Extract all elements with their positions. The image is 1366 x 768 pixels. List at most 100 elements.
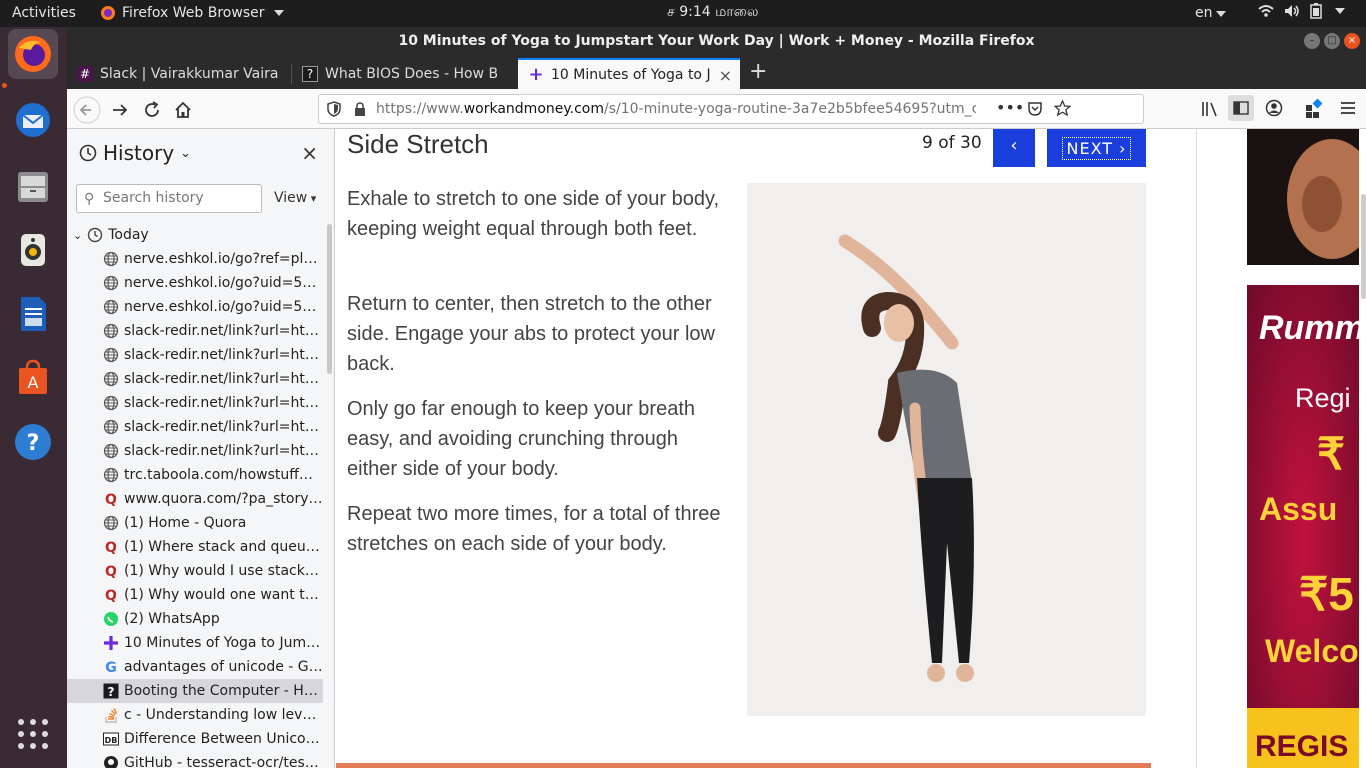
sidebar-header[interactable]: History ⌄ <box>79 141 191 165</box>
extensions-icon[interactable] <box>1305 99 1325 119</box>
wifi-icon <box>1258 5 1274 17</box>
history-item[interactable]: GitHub - tesseract-ocr/tessd... <box>103 751 323 768</box>
history-item[interactable]: slack-redir.net/link?url=http... <box>103 415 323 439</box>
reload-button[interactable] <box>138 96 166 124</box>
software-launcher[interactable]: A <box>8 353 58 403</box>
help-launcher[interactable]: ? <box>8 417 58 467</box>
globe-icon <box>103 395 119 411</box>
chevron-down-icon <box>273 10 284 16</box>
shield-icon <box>327 101 341 117</box>
url-text: https://www.workandmoney.com/s/10-minute… <box>376 101 976 117</box>
history-item[interactable]: Gadvantages of unicode - Goo... <box>103 655 323 679</box>
history-item[interactable]: Qwww.quora.com/?pa_story=... <box>103 487 323 511</box>
page-actions-menu-icon[interactable]: ••• <box>996 98 1024 117</box>
account-icon[interactable] <box>1265 99 1283 117</box>
group-label: Today <box>108 227 149 243</box>
close-tab-icon[interactable]: × <box>719 66 732 85</box>
language-indicator[interactable]: en <box>1195 5 1226 21</box>
rhythmbox-launcher[interactable] <box>8 225 58 275</box>
show-apps-button[interactable] <box>8 709 58 759</box>
chevron-down-icon <box>1335 8 1345 14</box>
pocket-icon[interactable] <box>1027 101 1043 117</box>
files-launcher[interactable] <box>8 161 58 211</box>
search-placeholder: Search history <box>103 190 204 206</box>
history-item-label: advantages of unicode - Goo... <box>124 659 323 675</box>
ad-register-banner[interactable]: REGIS <box>1247 708 1359 768</box>
previous-button[interactable]: ‹ <box>993 129 1035 167</box>
footer-accent-bar <box>336 763 1151 768</box>
forward-button[interactable] <box>106 96 134 124</box>
history-item-label: (2) WhatsApp <box>124 611 220 627</box>
sidebar-scrollbar[interactable] <box>327 224 332 374</box>
history-item[interactable]: (1) Home - Quora <box>103 511 323 535</box>
minimize-button[interactable]: – <box>1304 33 1320 49</box>
tab-label: Slack | Vairakkumar Vaira <box>100 65 279 82</box>
library-icon[interactable] <box>1201 101 1219 117</box>
firefox-launcher[interactable] <box>8 29 58 79</box>
tab-bios[interactable]: ? What BIOS Does - How B <box>292 58 517 89</box>
history-item[interactable]: Q (1) Why would I use stack ins... <box>103 559 323 583</box>
history-item-label: (1) Where stack and queue u... <box>124 539 323 555</box>
history-item-label: slack-redir.net/link?url=http... <box>124 371 323 387</box>
history-item[interactable]: nerve.eshkol.io/go?uid=5e1... <box>103 295 323 319</box>
history-item[interactable]: (2) WhatsApp <box>103 607 323 631</box>
ad-brand: Rumm <box>1259 309 1359 347</box>
app-menu[interactable]: Firefox Web Browser <box>100 5 284 21</box>
history-item[interactable]: slack-redir.net/link?url=http... <box>103 343 323 367</box>
active-indicator <box>2 83 7 88</box>
history-item[interactable]: slack-redir.net/link?url=http... <box>103 367 323 391</box>
history-item-label: nerve.eshkol.io/go?uid=5e1... <box>124 275 323 291</box>
close-window-button[interactable]: × <box>1344 33 1360 49</box>
history-item[interactable]: DB Difference Between Unicod... <box>103 727 323 751</box>
url-bar[interactable]: https://www.workandmoney.com/s/10-minute… <box>318 94 1144 124</box>
history-item[interactable]: nerve.eshkol.io/go?ref=pl&h... <box>103 247 323 271</box>
history-group-today[interactable]: ⌄ Today <box>73 227 149 243</box>
star-icon[interactable] <box>1054 100 1071 117</box>
page-scrollbar[interactable] <box>1361 194 1366 299</box>
history-item-label: trc.taboola.com/howstuffwo... <box>124 467 323 483</box>
url-path: /s/10-minute-yoga-routine-3a7e2b5bfee546… <box>604 101 976 117</box>
speaker-icon <box>21 234 45 266</box>
history-item-label: slack-redir.net/link?url=http... <box>124 347 323 363</box>
history-item[interactable]: 10 Minutes of Yoga to Jump... <box>103 631 323 655</box>
next-button[interactable]: NEXT › <box>1047 129 1146 167</box>
history-item[interactable]: slack-redir.net/link?url=http... <box>103 391 323 415</box>
thunderbird-launcher[interactable] <box>8 95 58 145</box>
sidebar-toggle-button[interactable] <box>1228 95 1254 121</box>
maximize-button[interactable]: □ <box>1324 33 1340 49</box>
help-icon: ? <box>15 424 51 460</box>
history-item[interactable]: slack-redir.net/link?url=http... <box>103 439 323 463</box>
history-item[interactable]: c - Understanding low level f... <box>103 703 323 727</box>
ad-rupee: ₹5 <box>1299 568 1354 620</box>
history-item-label: nerve.eshkol.io/go?ref=pl&h... <box>124 251 323 267</box>
tab-yoga[interactable]: + 10 Minutes of Yoga to Ju × <box>518 58 740 89</box>
search-history-input[interactable]: ⚲ Search history <box>76 184 262 213</box>
hamburger-menu-icon[interactable] <box>1340 100 1356 116</box>
arrow-left-icon <box>73 96 101 124</box>
history-item[interactable]: Q (1) Where stack and queue u... <box>103 535 323 559</box>
history-item[interactable]: Q (1) Why would one want to u... <box>103 583 323 607</box>
system-tray[interactable] <box>1258 3 1345 19</box>
next-label: NEXT › <box>1062 136 1131 160</box>
activities-button[interactable]: Activities <box>12 5 76 21</box>
history-item[interactable]: trc.taboola.com/howstuffwo... <box>103 463 323 487</box>
home-button[interactable] <box>169 96 197 124</box>
history-item[interactable]: slack-redir.net/link?url=http... <box>103 319 323 343</box>
ad-banner-rummy[interactable]: Rumm Regi ₹ Assu ₹5 Welco <box>1247 285 1359 708</box>
tab-slack[interactable]: # Slack | Vairakkumar Vaira <box>67 58 291 89</box>
close-sidebar-icon[interactable]: × <box>301 141 318 165</box>
ad-banner-top[interactable] <box>1247 129 1359 265</box>
history-item[interactable]: nerve.eshkol.io/go?uid=5e1... <box>103 271 323 295</box>
history-item[interactable]: ? Booting the Computer - How... <box>67 679 323 703</box>
back-button[interactable] <box>73 96 101 124</box>
globe-icon <box>103 515 119 531</box>
clock[interactable]: ச 9:14 மாலை <box>667 4 759 22</box>
lock-icon <box>355 102 365 116</box>
history-item-label: GitHub - tesseract-ocr/tessd... <box>124 755 323 768</box>
new-tab-button[interactable]: + <box>749 59 767 84</box>
view-button[interactable]: View ▾ <box>274 190 316 206</box>
app-name: Firefox Web Browser <box>122 5 265 21</box>
writer-launcher[interactable] <box>8 289 58 339</box>
window-title: 10 Minutes of Yoga to Jumpstart Your Wor… <box>67 27 1366 55</box>
firefox-icon <box>15 36 51 72</box>
